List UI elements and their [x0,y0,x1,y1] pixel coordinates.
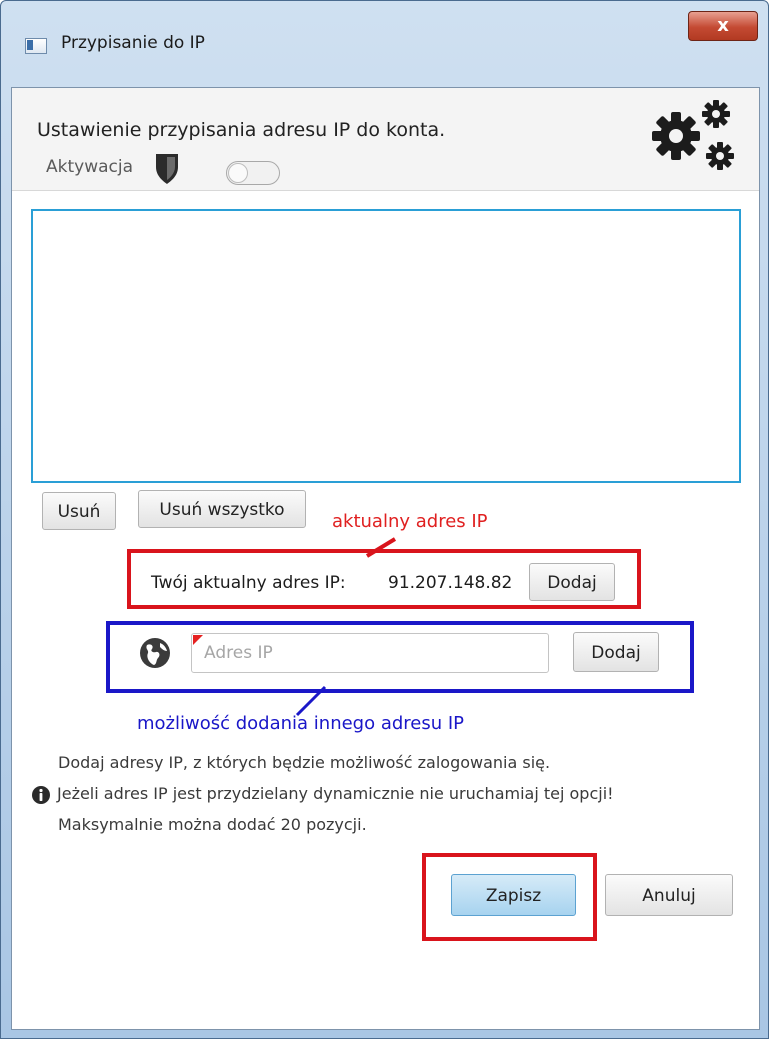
cancel-button[interactable]: Anuluj [605,874,733,916]
app-icon [25,38,47,54]
remove-all-button[interactable]: Usuń wszystko [138,490,306,528]
close-button[interactable]: x [688,11,758,41]
header-description: Ustawienie przypisania adresu IP do kont… [37,119,446,141]
current-ip-value: 91.207.148.82 [388,573,513,593]
window-title: Przypisanie do IP [61,33,205,53]
save-button[interactable]: Zapisz [451,874,576,916]
annotation-other-ip: możliwość dodania innego adresu IP [137,713,465,734]
info-text-1: Dodaj adresy IP, z których będzie możliw… [58,753,551,772]
activation-label: Aktywacja [46,157,134,177]
add-current-ip-button[interactable]: Dodaj [529,563,615,601]
info-text-2: Jeżeli adres IP jest przydzielany dynami… [57,784,614,803]
add-other-ip-button[interactable]: Dodaj [573,632,659,672]
ip-address-list[interactable] [31,209,741,483]
activation-toggle[interactable] [226,161,280,185]
gears-icon [652,100,734,170]
annotation-current-ip: aktualny adres IP [332,511,488,532]
dialog-window: Przypisanie do IP x Ustawienie przypisan… [0,0,769,1039]
info-icon [32,786,50,804]
ip-address-input[interactable] [191,633,549,673]
toggle-knob [228,163,248,183]
current-ip-label: Twój aktualny adres IP: [151,573,346,593]
remove-button[interactable]: Usuń [42,492,116,530]
globe-icon [140,638,170,668]
shield-icon [156,154,178,184]
title-bar[interactable]: Przypisanie do IP x [1,1,768,87]
info-text-3: Maksymalnie można dodać 20 pozycji. [58,815,367,834]
validation-flag [193,635,203,645]
